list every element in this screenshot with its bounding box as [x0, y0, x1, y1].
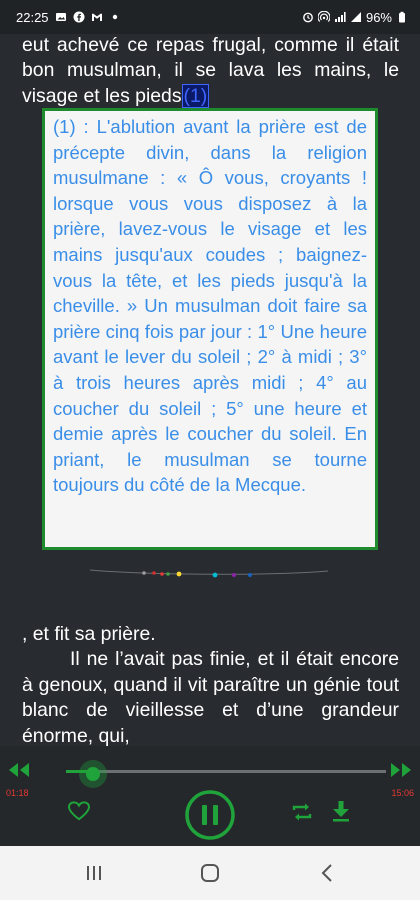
gallery-icon [55, 11, 67, 23]
repeat-icon[interactable] [291, 801, 313, 823]
reader-text-bottom: , et fit sa prière. Il ne l’avait pas fi… [22, 622, 399, 746]
facebook-icon [73, 11, 85, 23]
wifi-signal-icon [350, 11, 362, 23]
reader-text-top: eut achevé ce repas frugal, comme il éta… [22, 34, 399, 109]
reader-text-after-note: , et fit sa prière. [22, 623, 156, 645]
system-nav-bar [0, 846, 420, 900]
footnote-reference[interactable]: (1) [181, 83, 210, 108]
alarm-icon [302, 11, 314, 23]
favorite-heart-icon[interactable] [68, 801, 90, 821]
home-icon[interactable] [198, 863, 222, 883]
download-icon[interactable] [331, 800, 351, 822]
pause-button[interactable] [185, 790, 235, 840]
current-time: 01:18 [6, 788, 29, 798]
pause-icon [202, 805, 207, 825]
status-bar: 22:25 96% [0, 0, 420, 34]
audio-player: 01:18 15:06 [0, 746, 420, 846]
status-left: 22:25 [16, 10, 121, 25]
seek-thumb[interactable] [79, 760, 108, 788]
reader-paragraph-text: Il ne l’avait pas finie, et il était enc… [22, 648, 399, 746]
footnote-text: (1) : L'ablution avant la prière est de … [53, 116, 367, 496]
decorative-separator [89, 569, 329, 578]
recents-icon[interactable] [82, 863, 106, 883]
back-icon[interactable] [316, 863, 340, 883]
seek-bar[interactable] [66, 770, 386, 773]
battery-icon [396, 11, 408, 23]
total-time: 15:06 [391, 788, 414, 798]
gmail-icon [91, 11, 103, 23]
fast-forward-icon[interactable] [388, 760, 414, 780]
reader-text-before-note: eut achevé ce repas frugal, comme il éta… [22, 34, 399, 107]
reader-content[interactable]: eut achevé ce repas frugal, comme il éta… [0, 34, 420, 746]
reader-paragraph: Il ne l’avait pas finie, et il était enc… [22, 647, 399, 746]
hotspot-icon [317, 11, 330, 23]
status-time: 22:25 [16, 9, 49, 25]
footnote-popup[interactable]: (1) : L'ablution avant la prière est de … [42, 108, 378, 550]
status-right: 96% [302, 10, 408, 25]
rewind-icon[interactable] [6, 760, 32, 780]
dot-icon [109, 11, 121, 23]
seek-row [0, 752, 420, 788]
battery-level: 96% [365, 9, 392, 25]
signal-icon [334, 11, 346, 23]
